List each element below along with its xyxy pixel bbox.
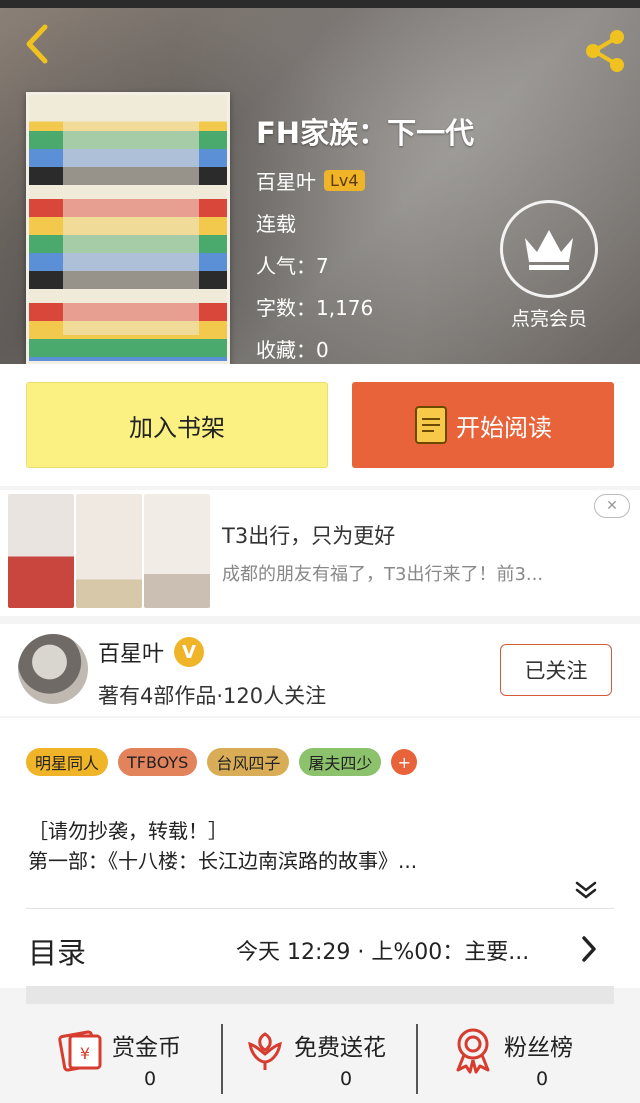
book-icon — [415, 406, 447, 444]
svg-text:¥: ¥ — [80, 1044, 90, 1063]
flower-icon — [248, 1032, 282, 1070]
reward-coins-button[interactable]: ¥ 赏金币 0 — [56, 1012, 256, 1103]
divider — [221, 1024, 223, 1094]
fan-ranking-button[interactable]: 粉丝榜 0 — [448, 1012, 640, 1103]
share-button[interactable] — [580, 26, 630, 76]
add-tag-button[interactable]: + — [391, 749, 418, 775]
book-cover[interactable] — [26, 92, 230, 364]
expand-description-button[interactable] — [572, 876, 600, 904]
start-reading-button[interactable]: 开始阅读 — [352, 382, 614, 468]
divider — [416, 1024, 418, 1094]
book-word-count: 字数：1,176 — [256, 296, 374, 320]
ad-description: 成都的朋友有福了，T3出行来了！前3... — [222, 564, 544, 585]
stat-value: 0 — [340, 1068, 353, 1090]
chevron-right-icon — [582, 936, 596, 962]
crown-icon — [525, 230, 573, 270]
toc-label[interactable]: 目录 — [28, 930, 86, 972]
cover-art — [63, 115, 199, 335]
book-status: 连载 — [256, 212, 296, 236]
vip-label: 点亮会员 — [510, 308, 587, 330]
ad-close-button[interactable]: ✕ — [594, 494, 630, 518]
add-to-shelf-button[interactable]: 加入书架 — [26, 382, 328, 468]
back-button[interactable] — [14, 22, 58, 66]
book-header: FH家族：下一代 百星叶 Lv4 连载 人气：7 字数：1,176 收藏：0 点… — [0, 8, 640, 364]
description-line: ［请勿抄袭，转载！］ — [28, 819, 228, 843]
book-popularity: 人气：7 — [256, 254, 329, 278]
ad-image — [76, 494, 142, 608]
free-flowers-button[interactable]: 免费送花 0 — [240, 1012, 440, 1103]
level-badge: Lv4 — [324, 170, 365, 191]
author-stats: 著有4部作品·120人关注 — [98, 684, 327, 708]
action-bar: 加入书架 开始阅读 — [0, 364, 640, 486]
stat-label: 赏金币 — [112, 1035, 181, 1061]
vip-button[interactable]: 点亮会员 — [500, 200, 598, 331]
red-envelope-icon: ¥ — [58, 1030, 102, 1072]
toc-arrow-button[interactable] — [574, 934, 604, 964]
medal-icon — [456, 1028, 490, 1074]
stat-value: 0 — [536, 1068, 549, 1090]
chevron-left-icon — [26, 24, 48, 64]
stat-value: 0 — [144, 1068, 157, 1090]
stat-label: 粉丝榜 — [504, 1035, 573, 1061]
ad-image — [8, 494, 74, 608]
ad-image — [144, 494, 210, 608]
toc-latest-chapter[interactable]: 今天 12:29 · 上%00：主要... — [236, 934, 554, 966]
divider — [26, 908, 614, 909]
book-description[interactable]: ［请勿抄袭，转载！］ 第一部：《十八楼：长江边南滨路的故事》... — [28, 816, 417, 876]
avatar[interactable] — [18, 634, 88, 704]
author-card-name-row: 百星叶 V — [98, 636, 205, 668]
book-title: FH家族：下一代 — [256, 116, 475, 150]
status-strip — [0, 0, 640, 8]
tag[interactable]: TFBOYS — [118, 748, 198, 776]
tag[interactable]: 屠夫四少 — [299, 748, 382, 776]
share-icon — [586, 30, 624, 72]
tag[interactable]: 台风四子 — [207, 748, 290, 776]
close-icon: ✕ — [606, 498, 618, 514]
book-favorites: 收藏：0 — [256, 338, 329, 362]
section-separator — [26, 986, 614, 1004]
description-line: 第一部：《十八楼：长江边南滨路的故事》... — [28, 849, 418, 873]
double-chevron-down-icon — [575, 881, 597, 899]
stat-label: 免费送花 — [294, 1035, 386, 1061]
vip-circle — [500, 200, 598, 298]
book-details: 明星同人 TFBOYS 台风四子 屠夫四少 + ［请勿抄袭，转载！］ 第一部：《… — [0, 718, 640, 988]
author-card-name: 百星叶 — [98, 642, 165, 667]
verified-icon: V — [174, 637, 205, 667]
author-card[interactable]: 百星叶 V 著有4部作品·120人关注 已关注 — [0, 624, 640, 716]
start-reading-label: 开始阅读 — [456, 413, 552, 442]
ad-banner[interactable]: T3出行，只为更好 成都的朋友有福了，T3出行来了！前3... ✕ — [0, 490, 640, 616]
tag-list: 明星同人 TFBOYS 台风四子 屠夫四少 + — [26, 748, 418, 776]
author-name: 百星叶 — [256, 170, 316, 194]
author-row[interactable]: 百星叶 Lv4 — [256, 166, 365, 195]
bottom-stats: ¥ 赏金币 0 免费送花 0 粉丝榜 0 — [0, 1012, 640, 1103]
follow-button[interactable]: 已关注 — [500, 644, 612, 696]
tag[interactable]: 明星同人 — [26, 748, 109, 776]
ad-title: T3出行，只为更好 — [222, 524, 396, 548]
